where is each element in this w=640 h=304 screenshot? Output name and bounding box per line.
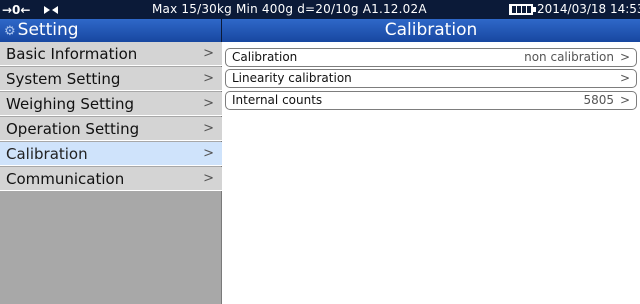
row-label: Linearity calibration <box>232 71 352 85</box>
linearity-calibration-row[interactable]: Linearity calibration > <box>225 69 637 88</box>
chevron-right-icon: > <box>203 46 214 61</box>
internal-counts-row[interactable]: Internal counts 5805 > <box>225 91 637 110</box>
sidebar-item-calibration[interactable]: Calibration > <box>0 142 222 166</box>
sidebar-item-communication[interactable]: Communication > <box>0 167 222 191</box>
row-value: 5805 <box>583 93 614 107</box>
chevron-right-icon: > <box>619 93 630 107</box>
svg-text:→0←: →0← <box>2 3 30 17</box>
sidebar-item-basic-information[interactable]: Basic Information > <box>0 42 222 66</box>
sidebar-item-operation-setting[interactable]: Operation Setting > <box>0 117 222 141</box>
status-bar: →0← Max 15/30kg Min 400g d=20/10g A1.12.… <box>0 0 640 19</box>
chevron-right-icon: > <box>619 50 630 64</box>
sidebar-item-label: Communication <box>6 170 125 188</box>
sidebar-title-text: Setting <box>17 20 79 40</box>
chevron-right-icon: > <box>203 146 214 161</box>
chevron-right-icon: > <box>203 71 214 86</box>
sidebar-item-label: System Setting <box>6 70 121 88</box>
page-title: Calibration <box>222 19 640 42</box>
sidebar-item-label: Basic Information <box>6 45 138 63</box>
scale-info-text: Max 15/30kg Min 400g d=20/10g A1.12.02A <box>152 2 427 16</box>
chevron-right-icon: > <box>203 171 214 186</box>
sidebar-title: ⚙ Setting <box>0 19 222 42</box>
calibration-row[interactable]: Calibration non calibration > <box>225 48 637 67</box>
sidebar-item-label: Calibration <box>6 145 88 163</box>
status-datetime: 2014/03/18 14:53 <box>537 2 640 16</box>
sidebar-item-label: Operation Setting <box>6 120 140 138</box>
zero-indicator-icon: →0← <box>2 3 58 17</box>
gear-icon: ⚙ <box>4 24 16 39</box>
sidebar: Basic Information > System Setting > Wei… <box>0 42 222 304</box>
battery-icon <box>509 4 536 15</box>
sidebar-item-label: Weighing Setting <box>6 95 135 113</box>
sidebar-item-system-setting[interactable]: System Setting > <box>0 67 222 91</box>
row-label: Calibration <box>232 50 298 64</box>
sidebar-item-weighing-setting[interactable]: Weighing Setting > <box>0 92 222 116</box>
chevron-right-icon: > <box>203 96 214 111</box>
row-label: Internal counts <box>232 93 323 107</box>
chevron-right-icon: > <box>619 71 630 85</box>
row-value: non calibration <box>524 50 614 64</box>
chevron-right-icon: > <box>203 121 214 136</box>
